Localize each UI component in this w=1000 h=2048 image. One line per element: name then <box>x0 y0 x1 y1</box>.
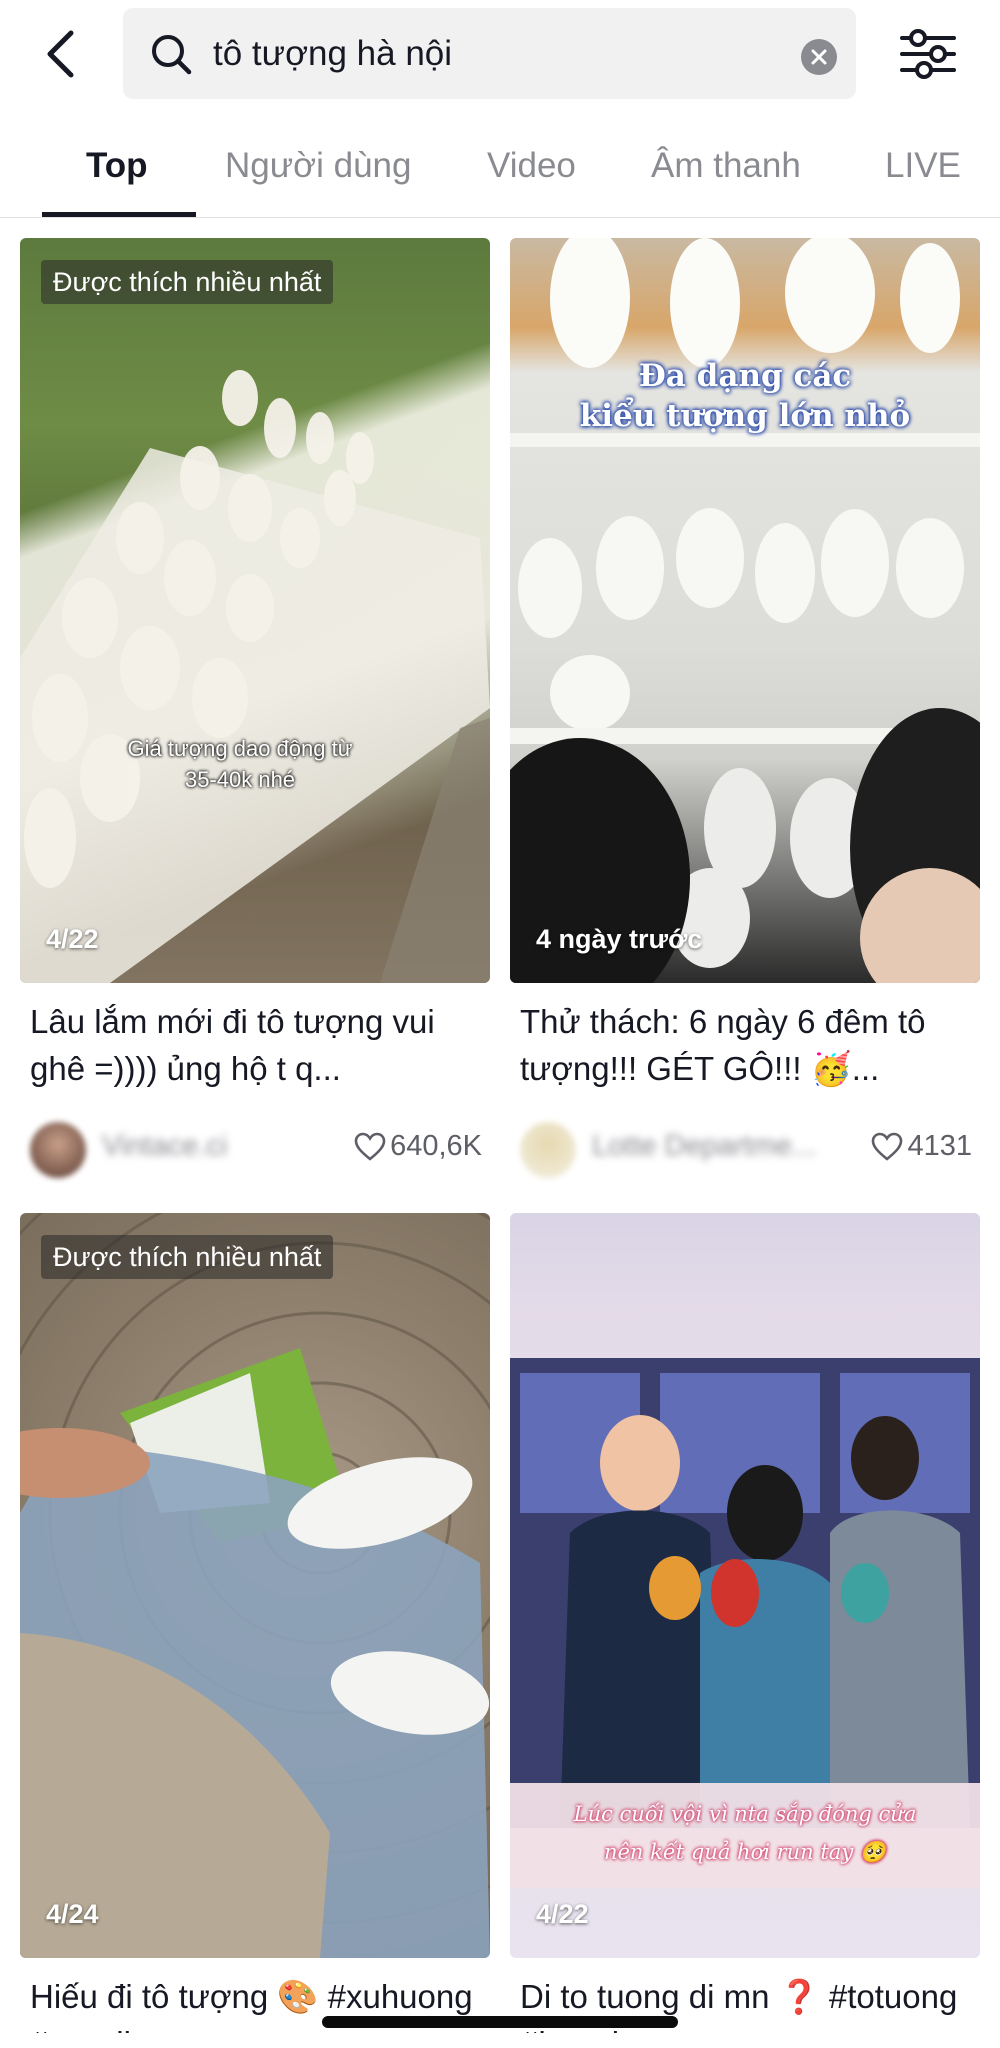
tab-sounds[interactable]: Âm thanh <box>651 146 801 186</box>
figurines-illustration <box>20 370 490 983</box>
chevron-left-icon <box>47 30 74 78</box>
avatar[interactable] <box>30 1122 86 1178</box>
video-thumbnail[interactable]: Lúc cuối vội vì nta sắp đóng cửa nên kết… <box>510 1213 980 1958</box>
video-card[interactable]: Lúc cuối vội vì nta sắp đóng cửa nên kết… <box>510 1213 980 2033</box>
like-count: 4131 <box>871 1130 972 1163</box>
search-icon <box>152 35 192 75</box>
heart-icon <box>872 1132 903 1161</box>
video-overlay-caption: Giá tượng dao động từ 35-40k nhé <box>127 736 353 792</box>
like-count-value: 640,6K <box>390 1130 482 1162</box>
video-title[interactable]: Lâu lắm mới đi tô tượng vui ghê =)))) ủn… <box>30 998 485 1092</box>
video-thumbnail[interactable]: Được thích nhiều nhất Giá tượng dao động… <box>20 238 490 983</box>
heart-icon <box>354 1132 386 1161</box>
tab-live[interactable]: LIVE <box>885 146 961 186</box>
video-card[interactable]: Được thích nhiều nhất Giá tượng dao động… <box>20 238 490 1178</box>
sliders-icon <box>900 29 956 79</box>
figurines-illustration <box>510 238 980 983</box>
video-card[interactable]: Được thích nhiều nhất 4/24 Hiếu đi tô tư… <box>20 1213 490 2033</box>
filter-button[interactable] <box>896 26 960 82</box>
video-overlay-caption: Đa dạng các kiểu tượng lớn nhỏ <box>579 358 911 434</box>
active-tab-indicator <box>42 212 196 217</box>
video-date: 4/22 <box>536 1899 589 1929</box>
close-icon <box>811 49 827 65</box>
video-date: 4/24 <box>46 1899 99 1929</box>
tab-video[interactable]: Video <box>487 146 576 186</box>
video-date: 4/22 <box>46 924 99 954</box>
shoes-illustration <box>20 1213 490 1958</box>
author-name[interactable]: Lotte Departme... <box>592 1130 816 1163</box>
video-card[interactable]: Đa dạng các kiểu tượng lớn nhỏ 4 ngày tr… <box>510 238 980 1178</box>
search-bar[interactable] <box>123 8 856 99</box>
video-thumbnail[interactable]: Được thích nhiều nhất 4/24 <box>20 1213 490 1958</box>
author-row: Vintace.ci 640,6K <box>30 1116 490 1178</box>
back-button[interactable] <box>38 24 82 84</box>
author-row: Lotte Departme... 4131 <box>520 1116 980 1178</box>
clear-search-button[interactable] <box>801 39 837 75</box>
like-count: 640,6K <box>354 1130 482 1163</box>
video-thumbnail[interactable]: Đa dạng các kiểu tượng lớn nhỏ 4 ngày tr… <box>510 238 980 983</box>
video-date: 4 ngày trước <box>536 924 703 954</box>
video-overlay-caption: Lúc cuối vội vì nta sắp đóng cửa nên kết… <box>573 1802 917 1864</box>
like-count-value: 4131 <box>907 1130 972 1162</box>
home-indicator <box>322 2016 678 2028</box>
most-liked-badge: Được thích nhiều nhất <box>41 1235 334 1279</box>
search-header <box>0 0 1000 110</box>
tab-top[interactable]: Top <box>86 146 148 186</box>
search-input[interactable] <box>213 26 773 82</box>
author-name[interactable]: Vintace.ci <box>102 1130 227 1163</box>
search-tabs: Top Người dùng Video Âm thanh LIVE <box>0 110 1000 218</box>
most-liked-badge: Được thích nhiều nhất <box>41 260 334 304</box>
video-title[interactable]: Thử thách: 6 ngày 6 đêm tô tượng!!! GÉT … <box>520 998 975 1092</box>
tab-users[interactable]: Người dùng <box>225 146 411 186</box>
avatar[interactable] <box>520 1122 576 1178</box>
